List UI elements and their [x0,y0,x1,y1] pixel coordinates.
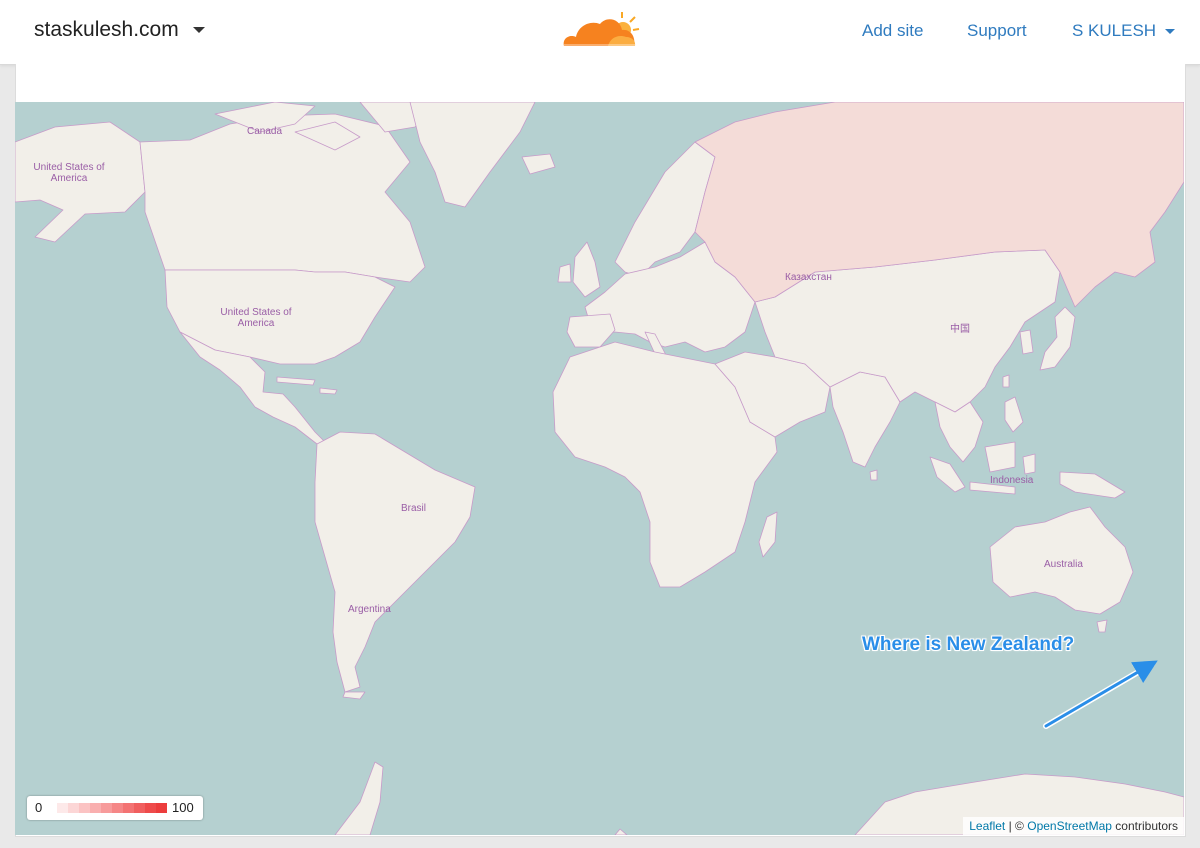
land-canada [139,113,426,283]
site-selector[interactable]: staskulesh.com [34,18,205,42]
map-legend: 0 100 [27,796,203,820]
legend-max: 100 [172,800,194,815]
legend-swatch [57,803,68,813]
land-uk [572,241,601,298]
land-indonesia [929,456,966,493]
world-map[interactable]: Canada United States of America United S… [15,102,1184,835]
openstreetmap-link[interactable]: OpenStreetMap [1027,819,1112,833]
legend-min: 0 [35,800,43,815]
user-menu[interactable]: S KULESH [1072,21,1176,41]
legend-swatch [101,803,112,813]
land-madagascar [758,511,778,558]
legend-swatch [134,803,145,813]
land-south-america [314,431,476,693]
add-site-link[interactable]: Add site [862,21,923,41]
map-attribution: Leaflet | © OpenStreetMap contributors [963,817,1184,835]
map-tiles [15,102,1184,835]
legend-swatch [112,803,123,813]
legend-swatch [90,803,101,813]
legend-swatch [145,803,156,813]
chevron-down-icon [1165,28,1176,34]
land-new-guinea [1059,471,1126,499]
legend-swatch [68,803,79,813]
legend-swatch [156,803,167,813]
legend-swatch [123,803,134,813]
leaflet-link[interactable]: Leaflet [969,819,1005,833]
attribution-separator: | © [1008,819,1024,833]
annotation-text: Where is New Zealand? [862,634,1075,655]
land-tasmania [1096,619,1108,633]
land-australia [989,506,1134,615]
land-alaska [15,121,146,243]
attribution-suffix: contributors [1115,819,1178,833]
land-se-asia [934,401,984,463]
legend-swatch [79,803,90,813]
land-japan [1039,306,1076,371]
legend-color-ramp [57,803,167,813]
support-link[interactable]: Support [967,21,1027,41]
land-iberia [566,313,616,348]
top-bar: staskulesh.com Add site Support S KULESH [0,0,1200,65]
land-india [829,371,901,468]
user-name: S KULESH [1072,21,1157,40]
land-greenland [409,102,536,208]
site-name: staskulesh.com [34,18,179,41]
chevron-down-icon [192,27,205,33]
land-iceland [521,153,556,175]
cloudflare-cloud-icon[interactable] [560,10,640,52]
